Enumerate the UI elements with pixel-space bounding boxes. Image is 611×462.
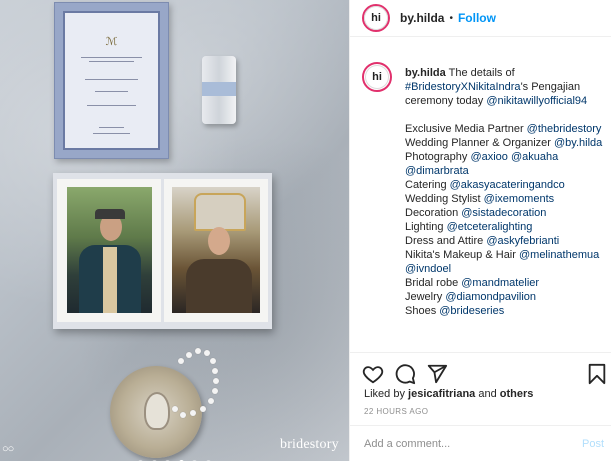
credit-label: Nikita's Makeup & Hair <box>405 249 519 261</box>
credit-line: Shoes @brideseries <box>405 304 605 318</box>
comment-icon[interactable] <box>394 363 416 385</box>
credit-line: Decoration @sistadecoration <box>405 206 605 220</box>
separator: • <box>449 12 453 24</box>
credit-handle[interactable]: @sistadecoration <box>461 207 546 219</box>
credit-line: Jewelry @diamondpavilion <box>405 290 605 304</box>
credit-line: Wedding Stylist @ixemoments <box>405 192 605 206</box>
likes-prefix: Liked by <box>364 388 405 400</box>
caption-mention[interactable]: @nikitawillyofficial94 <box>486 95 587 107</box>
credit-label: Photography <box>405 151 471 163</box>
heart-icon[interactable] <box>362 363 384 385</box>
wrapped-souvenir <box>202 56 236 124</box>
caption-intro: The details of <box>448 67 515 79</box>
credit-handle[interactable]: @ixemoments <box>484 193 554 205</box>
credit-label: Exclusive Media Partner <box>405 123 527 135</box>
credit-handle[interactable]: @thebridestory <box>527 123 602 135</box>
credit-handle[interactable]: @diamondpavilion <box>445 291 536 303</box>
credit-label: Jewelry <box>405 291 446 303</box>
credit-label: Shoes <box>405 305 440 317</box>
follow-button[interactable]: Follow <box>458 11 496 25</box>
credit-label: Wedding Planner & Organizer <box>405 137 554 149</box>
comment-bar: Add a comment... Post <box>350 425 611 462</box>
post-image[interactable]: ℳ ○○ bridestory <box>0 0 349 461</box>
share-icon[interactable] <box>426 363 448 385</box>
carousel-dots <box>0 452 349 461</box>
avatar[interactable]: hi <box>362 4 390 32</box>
credit-label: Catering <box>405 179 450 191</box>
likes-and: and <box>478 388 497 400</box>
credit-label: Dress and Attire <box>405 235 487 247</box>
credit-handle[interactable]: @by.hilda <box>554 137 602 149</box>
groom-photo <box>67 187 152 313</box>
caption-avatar-text: hi <box>365 65 389 89</box>
invitation-card: ℳ <box>54 2 169 159</box>
bookmark-icon[interactable] <box>586 363 608 385</box>
caption-avatar[interactable]: hi <box>362 62 392 92</box>
bride-photo <box>172 187 260 313</box>
credit-line: Bridal robe @mandmatelier <box>405 276 605 290</box>
silver-tray <box>110 366 202 458</box>
avatar-text: hi <box>364 6 388 30</box>
credit-handle[interactable]: @askyfebrianti <box>486 235 559 247</box>
brand-watermark: bridestory <box>280 437 339 452</box>
post-comment-button[interactable]: Post <box>582 438 604 450</box>
credit-label: Decoration <box>405 207 462 219</box>
credit-handle[interactable]: @etceteralighting <box>447 221 533 233</box>
likes-summary: Liked by jesicafitriana and others <box>364 388 533 400</box>
credit-line: Dress and Attire @askyfebrianti <box>405 234 605 248</box>
credit-list: Exclusive Media Partner @thebridestory We… <box>405 122 605 318</box>
post-header: hi by.hilda • Follow <box>350 0 611 37</box>
credit-handle[interactable]: @mandmatelier <box>461 277 539 289</box>
caption-hashtag[interactable]: #BridestoryXNikitaIndra <box>405 81 521 93</box>
credit-label: Lighting <box>405 221 447 233</box>
credit-label: Bridal robe <box>405 277 462 289</box>
credit-line: Catering @akasyacateringandco <box>405 178 605 192</box>
credit-line: Nikita's Makeup & Hair @melinathemua @iv… <box>405 248 605 276</box>
credit-line: Exclusive Media Partner @thebridestory <box>405 122 605 136</box>
username-link[interactable]: by.hilda <box>400 11 444 25</box>
photo-album <box>53 173 272 329</box>
action-bar <box>350 352 611 393</box>
credit-handle[interactable]: @brideseries <box>439 305 504 317</box>
liked-by-user[interactable]: jesicafitriana <box>408 388 475 400</box>
invitation-monogram: ℳ <box>105 36 118 48</box>
comment-input[interactable]: Add a comment... <box>364 438 582 450</box>
credit-line: Wedding Planner & Organizer @by.hilda <box>405 136 605 150</box>
credit-line: Photography @axioo @akuaha @dimarbrata <box>405 150 605 178</box>
caption-username[interactable]: by.hilda <box>405 67 446 79</box>
post-timestamp[interactable]: 22 HOURS AGO <box>364 407 428 416</box>
credit-label: Wedding Stylist <box>405 193 484 205</box>
caption-text: by.hilda The details of #BridestoryXNiki… <box>405 66 605 318</box>
credit-handle[interactable]: @akasyacateringandco <box>450 179 565 191</box>
likes-others-link[interactable]: others <box>500 388 534 400</box>
post-sidebar: hi by.hilda • Follow hi by.hilda The det… <box>349 0 611 461</box>
credit-line: Lighting @etceteralighting <box>405 220 605 234</box>
